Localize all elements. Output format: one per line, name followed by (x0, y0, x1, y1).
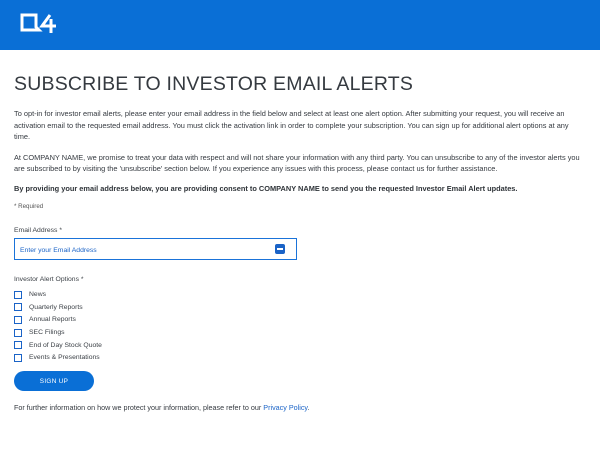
q4-logo-icon[interactable] (20, 13, 60, 35)
privacy-policy-link[interactable]: Privacy Policy (263, 403, 307, 412)
option-label: Annual Reports (29, 316, 76, 324)
option-label: Events & Presentations (29, 354, 100, 362)
consent-statement: By providing your email address below, y… (14, 183, 518, 193)
option-label: SEC Filings (29, 329, 65, 337)
autofill-icon[interactable] (275, 243, 285, 254)
main-content: SUBSCRIBE TO INVESTOR EMAIL ALERTS To op… (0, 50, 600, 412)
checkbox[interactable] (14, 353, 22, 362)
option-events-presentations[interactable]: Events & Presentations (14, 351, 586, 364)
checkbox[interactable] (14, 341, 22, 350)
option-label: Quarterly Reports (29, 303, 83, 311)
option-end-of-day-stock-quote[interactable]: End of Day Stock Quote (14, 339, 586, 352)
footer-text: For further information on how we protec… (14, 403, 264, 413)
option-annual-reports[interactable]: Annual Reports (14, 314, 586, 327)
checkbox[interactable] (14, 315, 22, 324)
option-quarterly-reports[interactable]: Quarterly Reports (14, 301, 586, 314)
sign-up-button[interactable]: SIGN UP (14, 371, 94, 392)
privacy-paragraph: At COMPANY NAME, we promise to treat you… (14, 152, 580, 174)
email-input[interactable] (15, 240, 265, 260)
page-title: SUBSCRIBE TO INVESTOR EMAIL ALERTS (14, 73, 414, 95)
option-label: News (29, 291, 46, 299)
checkbox[interactable] (14, 290, 22, 299)
checkbox[interactable] (14, 328, 22, 337)
intro-paragraph: To opt-in for investor email alerts, ple… (14, 109, 569, 141)
checkbox[interactable] (14, 303, 22, 312)
option-news[interactable]: News (14, 289, 586, 302)
option-sec-filings[interactable]: SEC Filings (14, 326, 586, 339)
email-label: Email Address * (14, 226, 62, 234)
option-label: End of Day Stock Quote (29, 341, 102, 349)
required-note: * Required (14, 202, 44, 210)
email-field-container (14, 237, 297, 260)
site-header (0, 0, 600, 50)
subscribe-form: Email Address * Investor Alert Options *… (14, 227, 586, 392)
privacy-footer-note: For further information on how we protec… (14, 403, 586, 412)
alert-options-label: Investor Alert Options * (14, 275, 84, 283)
alert-options-list: News Quarterly Reports Annual Reports SE… (14, 289, 586, 365)
footer-text-end: . (307, 403, 310, 413)
